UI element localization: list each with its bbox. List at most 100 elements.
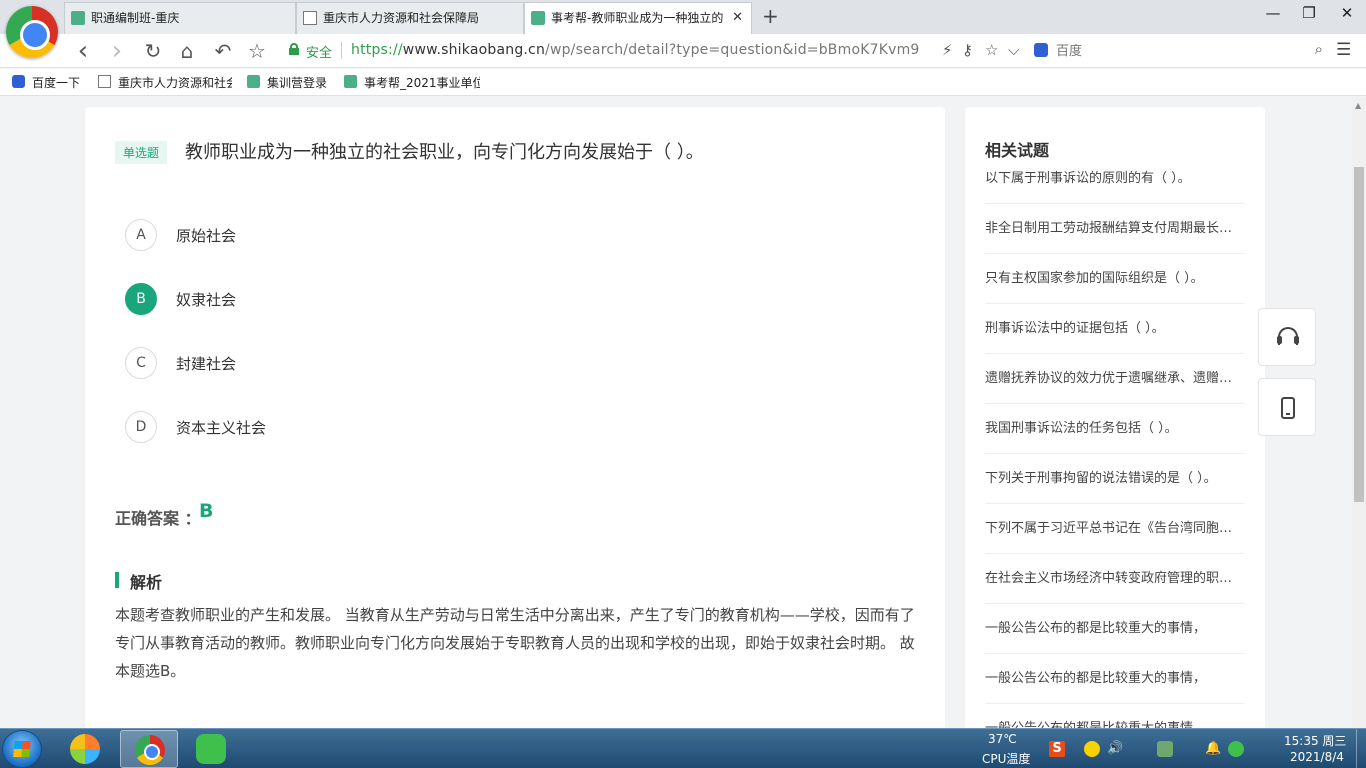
tray-app-icon[interactable] (1157, 741, 1173, 757)
option-c[interactable]: C 封建社会 (125, 347, 645, 381)
url-field[interactable]: https://www.shikaobang.cn/wp/search/deta… (351, 42, 920, 58)
back-button[interactable]: ‹ (70, 38, 96, 64)
chrome-icon (135, 735, 165, 765)
favorite-button[interactable]: ☆ (244, 39, 270, 63)
close-tab-icon[interactable]: ✕ (732, 3, 743, 33)
close-window-button[interactable]: ✕ (1332, 4, 1362, 22)
bookmark-training-login[interactable]: 集训营登录 (245, 74, 327, 91)
option-d[interactable]: D 资本主义社会 (125, 411, 645, 445)
lightning-icon[interactable]: ⚡ (942, 41, 953, 59)
related-questions-panel: 相关试题 以下属于刑事诉讼的原则的有（ ）。 非全日制用工劳动报酬结算支付周期最… (965, 107, 1265, 728)
tab-hrss[interactable]: 重庆市人力资源和社会保障局 (296, 2, 524, 34)
reload-button[interactable]: ↻ (140, 39, 166, 63)
menu-icon[interactable]: ☰ (1336, 40, 1351, 60)
related-item[interactable]: 我国刑事诉讼法的任务包括（ ）。 (985, 404, 1244, 454)
tab-label: 职通编制班-重庆 (91, 11, 180, 25)
taskbar: 37℃ CPU温度 S 🔊 🔔 15:35 周三 2021/8/4 (0, 728, 1366, 768)
bookmark-label: 集训营登录 (267, 76, 328, 90)
url-path: /wp/search/detail?type=question&id=bBmoK… (545, 42, 920, 58)
navigation-bar: ‹ › ↻ ⌂ ↶ ☆ 安全 https://www.shikaobang.cn… (0, 34, 1366, 68)
home-button[interactable]: ⌂ (174, 39, 200, 63)
page-content: 单选题 教师职业成为一种独立的社会职业，向专门化方向发展始于（ ）。 A 原始社… (0, 97, 1352, 728)
related-item[interactable]: 刑事诉讼法中的证据包括（ ）。 (985, 304, 1244, 354)
bookmark-label: 百度一下 (32, 76, 81, 90)
bookmark-hrss[interactable]: 重庆市人力资源和社会 (96, 74, 232, 91)
clock-time[interactable]: 15:35 周三 (1284, 732, 1346, 749)
option-letter: B (125, 283, 157, 315)
related-item[interactable]: 一般公告公布的都是比较重大的事情， (985, 654, 1244, 704)
page-icon (98, 75, 111, 88)
taskbar-app-wechat[interactable] (182, 730, 240, 768)
temperature-value: 37℃ (988, 732, 1017, 746)
option-text: 资本主义社会 (176, 419, 267, 437)
option-a[interactable]: A 原始社会 (125, 219, 645, 253)
option-b[interactable]: B 奴隶社会 (125, 283, 645, 317)
option-text: 原始社会 (176, 227, 237, 245)
tab-strip: 职通编制班-重庆 重庆市人力资源和社会保障局 事考帮-教师职业成为一种独立的 ✕… (0, 0, 1366, 58)
site-icon (344, 75, 357, 88)
phone-icon (1281, 397, 1295, 419)
customer-service-button[interactable] (1258, 308, 1316, 366)
page-icon (303, 11, 317, 25)
wechat-tray-icon[interactable] (1228, 741, 1244, 757)
undo-close-button[interactable]: ↶ (210, 39, 236, 63)
related-item[interactable]: 一般公告公布的都是比较重大的事情， (985, 704, 1244, 728)
related-item[interactable]: 以下属于刑事诉讼的原则的有（ ）。 (985, 154, 1244, 204)
site-icon (71, 11, 85, 25)
bookmark-star-icon[interactable]: ☆ (985, 41, 998, 59)
chevron-down-icon[interactable]: ⌵ (1008, 41, 1019, 59)
related-list: 以下属于刑事诉讼的原则的有（ ）。 非全日制用工劳动报酬结算支付周期最长不得超过… (985, 154, 1244, 728)
browser-logo-icon[interactable] (6, 6, 58, 58)
bookmark-label: 事考帮_2021事业单位 (364, 76, 480, 90)
tab-shikaobang[interactable]: 事考帮-教师职业成为一种独立的 ✕ (524, 2, 752, 34)
search-icon[interactable]: ⌕ (1315, 40, 1323, 58)
related-item[interactable]: 遗赠抚养协议的效力优于遗嘱继承、遗赠和法定继承。 (985, 354, 1244, 404)
start-button[interactable] (2, 730, 42, 768)
lock-icon (289, 43, 299, 55)
secure-label: 安全 (306, 46, 333, 61)
mobile-app-button[interactable] (1258, 378, 1316, 436)
site-icon (247, 75, 260, 88)
clock-date[interactable]: 2021/8/4 (1290, 750, 1344, 764)
network-status-icon[interactable] (1084, 741, 1100, 757)
baidu-icon (12, 75, 25, 88)
related-item[interactable]: 在社会主义市场经济中转变政府管理的职能是指 (985, 554, 1244, 604)
related-item[interactable]: 下列不属于习近平总书记在《告台湾同胞书》发表40周年纪念会上讲话内容的是 (985, 504, 1244, 554)
scrollbar-thumb[interactable] (1354, 167, 1364, 502)
option-letter: A (125, 219, 157, 251)
scroll-up-icon[interactable]: ▲ (1355, 101, 1361, 110)
taskbar-app-browser-ie[interactable] (56, 730, 114, 768)
notification-bell-icon[interactable]: 🔔 (1205, 741, 1221, 757)
related-item[interactable]: 非全日制用工劳动报酬结算支付周期最长不得超过（ ）。 (985, 204, 1244, 254)
answer-value: B (199, 500, 214, 522)
related-item[interactable]: 下列关于刑事拘留的说法错误的是（ ）。 (985, 454, 1244, 504)
browser-app-icon (70, 734, 100, 764)
related-item[interactable]: 一般公告公布的都是比较重大的事情， (985, 604, 1244, 654)
section-marker (115, 572, 119, 588)
headset-icon (1277, 327, 1299, 345)
url-host: www.shikaobang.cn (402, 42, 546, 58)
tab-label: 事考帮-教师职业成为一种独立的 (551, 11, 724, 25)
url-scheme: https:// (351, 42, 403, 58)
minimize-button[interactable]: — (1258, 4, 1288, 22)
volume-icon[interactable]: 🔊 (1107, 741, 1123, 757)
option-letter: D (125, 411, 157, 443)
answer-label: 正确答案 ： (115, 509, 201, 528)
analysis-title: 解析 (130, 573, 163, 592)
forward-button[interactable]: › (104, 38, 130, 64)
key-icon[interactable]: ⚷ (962, 41, 973, 59)
maximize-button[interactable]: ❐ (1294, 4, 1324, 22)
bookmark-shikaobang[interactable]: 事考帮_2021事业单位 (342, 74, 480, 91)
show-desktop-button[interactable] (1356, 729, 1366, 768)
option-text: 奴隶社会 (176, 291, 237, 309)
sogou-input-icon[interactable]: S (1049, 741, 1065, 757)
search-input[interactable] (1056, 40, 1296, 62)
tab-zhitong[interactable]: 职通编制班-重庆 (64, 2, 296, 34)
page-scrollbar[interactable]: ▲ (1352, 97, 1366, 728)
bookmark-baidu[interactable]: 百度一下 (10, 74, 80, 91)
taskbar-app-chrome[interactable] (120, 730, 178, 768)
question-type-tag: 单选题 (115, 141, 168, 164)
new-tab-button[interactable]: + (762, 4, 779, 28)
search-box: ⌕ (1032, 40, 1327, 62)
related-item[interactable]: 只有主权国家参加的国际组织是（ ）。 (985, 254, 1244, 304)
